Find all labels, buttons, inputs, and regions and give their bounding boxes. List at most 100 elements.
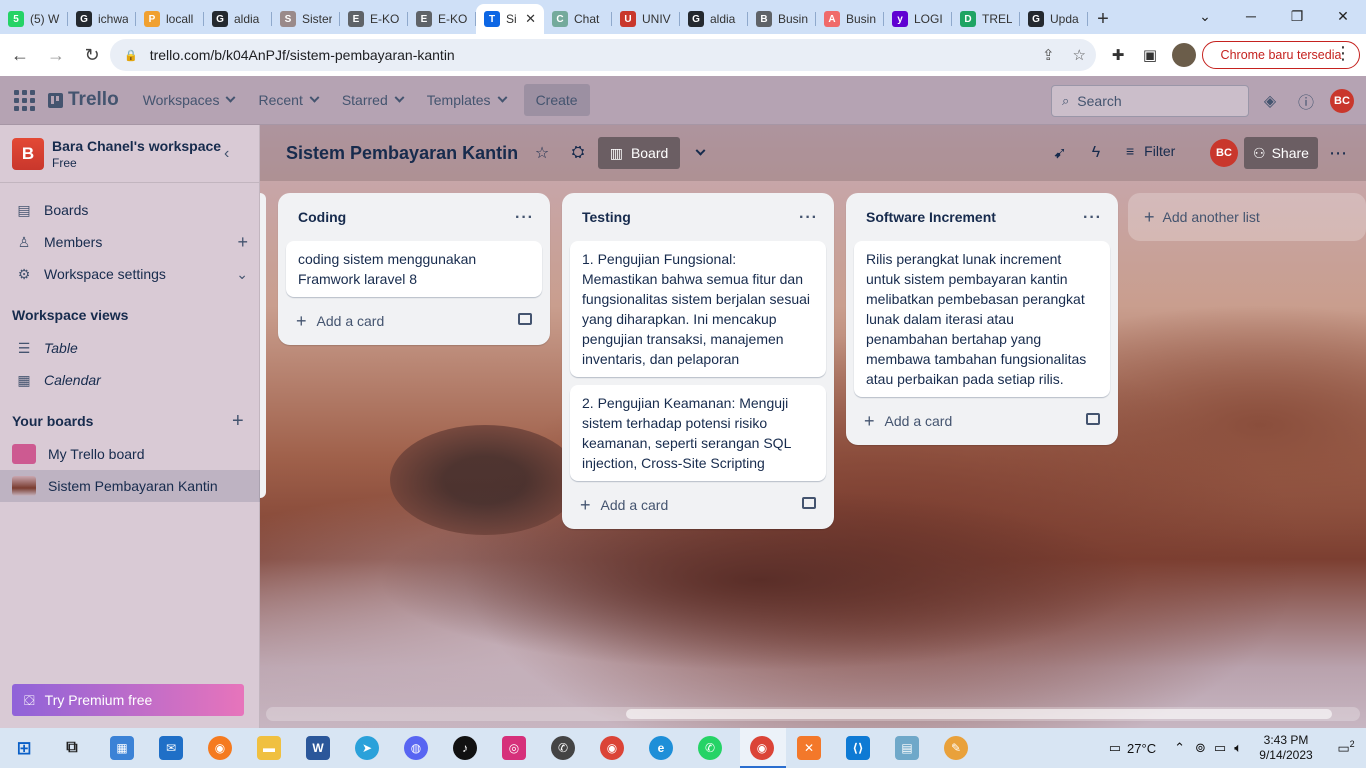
browser-tab[interactable]: G Upda <box>1020 4 1088 34</box>
card-template-icon[interactable] <box>802 497 816 509</box>
telegram-icon[interactable]: ➤ <box>355 736 379 760</box>
card-template-icon[interactable] <box>1086 413 1100 425</box>
browser-tab[interactable]: Gichwa <box>68 4 136 34</box>
close-window-button[interactable]: ✕ <box>1320 0 1366 32</box>
list-header[interactable]: Coding ··· <box>278 193 550 241</box>
windows-start-icon[interactable]: ⊞ <box>12 736 36 760</box>
collapse-sidebar-icon[interactable]: ‹ <box>224 145 229 163</box>
views-dropdown-chevron-icon[interactable] <box>690 143 710 163</box>
sidebar-board-my-trello[interactable]: My Trello board <box>0 438 260 470</box>
task-view-icon[interactable]: ⧉ <box>60 736 84 760</box>
card[interactable]: 1. Pengujian Fungsional: Memastikan bahw… <box>570 241 826 377</box>
browser-tab[interactable]: A Busin <box>816 4 884 34</box>
help-icon[interactable]: ⓘ <box>1294 89 1318 113</box>
whatsapp-icon[interactable]: ✆ <box>698 736 722 760</box>
list-menu-icon[interactable]: ··· <box>515 209 534 227</box>
mail-icon[interactable]: ✉ <box>159 736 183 760</box>
whats-new-icon[interactable]: ◈ <box>1258 89 1282 113</box>
vscode-icon[interactable]: ⟨⟩ <box>846 736 870 760</box>
extensions-icon[interactable]: ✚ <box>1105 41 1131 69</box>
list-menu-icon[interactable]: ··· <box>799 209 818 227</box>
filter-button[interactable]: ≡ Filter <box>1126 143 1175 159</box>
edge-icon[interactable]: e <box>649 736 673 760</box>
notepad-icon[interactable]: ▤ <box>895 736 919 760</box>
card-template-icon[interactable] <box>518 313 532 325</box>
chrome-icon[interactable]: ◉ <box>600 736 624 760</box>
scrollbar-thumb[interactable] <box>626 709 1332 719</box>
browser-tab[interactable]: S Sister <box>272 4 340 34</box>
new-tab-button[interactable]: + <box>1088 4 1118 34</box>
board-view-button[interactable]: ▥ Board <box>598 137 680 169</box>
menu-templates[interactable]: Templates <box>415 84 518 116</box>
browser-tab[interactable]: Galdia <box>680 4 748 34</box>
instagram-icon[interactable]: ◎ <box>502 736 526 760</box>
card[interactable]: 2. Pengujian Keamanan: Menguji sistem te… <box>570 385 826 481</box>
sidebar-item-calendar[interactable]: ▦ Calendar <box>0 364 260 396</box>
sidebar-item-settings[interactable]: ⚙ Workspace settings ⌄ <box>0 258 260 290</box>
member-avatar[interactable]: BC <box>1330 89 1354 113</box>
browser-tab[interactable]: C Chat <box>544 4 612 34</box>
browser-tab[interactable]: y LOGI <box>884 4 952 34</box>
close-tab-icon[interactable]: ✕ <box>525 11 536 27</box>
list-title[interactable]: Software Increment <box>866 209 996 225</box>
back-button[interactable]: ← <box>4 39 36 71</box>
sidebar-item-boards[interactable]: ▤ Boards <box>0 194 260 226</box>
share-button[interactable]: ⚇ Share <box>1244 137 1318 169</box>
weather-temp[interactable]: 27°C <box>1127 741 1156 756</box>
list-title[interactable]: Testing <box>582 209 631 225</box>
whatsapp-desktop-icon[interactable]: ✆ <box>551 736 575 760</box>
add-card-button[interactable]: + Add a card <box>286 305 542 337</box>
xampp-icon[interactable]: ✕ <box>797 736 821 760</box>
minimize-button[interactable]: ─ <box>1228 0 1274 32</box>
add-member-plus-icon[interactable]: + <box>237 232 248 253</box>
create-board-plus-icon[interactable]: + <box>232 410 244 433</box>
workspace-name[interactable]: Bara Chanel's workspace <box>52 138 221 154</box>
weather-icon[interactable]: ▭ <box>1109 740 1121 756</box>
file-explorer-icon[interactable]: ▬ <box>257 736 281 760</box>
browser-tab[interactable]: 5 (5) W <box>0 4 68 34</box>
network-icon[interactable]: ⊚ <box>1195 740 1206 756</box>
list-header[interactable]: Testing ··· <box>562 193 834 241</box>
clock[interactable]: 3:43 PM 9/14/2023 <box>1246 733 1326 763</box>
card[interactable]: coding sistem menggunakan Framwork larav… <box>286 241 542 297</box>
list-menu-icon[interactable]: ··· <box>1083 209 1102 227</box>
sidebar-board-sistem-pembayaran[interactable]: Sistem Pembayaran Kantin <box>0 470 260 502</box>
reload-button[interactable]: ↻ <box>76 39 108 71</box>
url-bar[interactable]: 🔒 trello.com/b/k04AnPJf/sistem-pembayara… <box>110 39 1096 71</box>
notification-center-icon[interactable]: ▭2 <box>1326 739 1366 756</box>
app-switcher-icon[interactable] <box>12 88 36 112</box>
list-title[interactable]: Coding <box>298 209 346 225</box>
chrome-menu-icon[interactable]: ⋮ <box>1330 39 1356 67</box>
forward-button[interactable]: → <box>40 39 72 71</box>
board-member-avatar[interactable]: BC <box>1210 139 1238 167</box>
maximize-button[interactable]: ❐ <box>1274 0 1320 32</box>
menu-recent[interactable]: Recent <box>246 84 329 116</box>
side-panel-icon[interactable]: ▣ <box>1137 41 1163 69</box>
share-page-icon[interactable]: ⇪ <box>1042 46 1055 64</box>
word-icon[interactable]: W <box>306 736 330 760</box>
sidebar-item-members[interactable]: ♙ Members + <box>0 226 260 258</box>
browser-tab[interactable]: U UNIV <box>612 4 680 34</box>
browser-tab[interactable]: D TREL <box>952 4 1020 34</box>
power-ups-icon[interactable]: ➹ <box>1050 143 1070 163</box>
menu-starred[interactable]: Starred <box>330 84 415 116</box>
board-horizontal-scrollbar[interactable] <box>266 707 1360 721</box>
discord-icon[interactable]: ◍ <box>404 736 428 760</box>
menu-workspaces[interactable]: Workspaces <box>131 84 247 116</box>
browser-tab[interactable]: T Si ✕ <box>476 4 544 34</box>
list-header[interactable]: Software Increment ··· <box>846 193 1118 241</box>
visibility-icon[interactable]: ⛭ <box>568 143 588 163</box>
board-title[interactable]: Sistem Pembayaran Kantin <box>286 143 518 164</box>
firefox-icon[interactable]: ◉ <box>208 736 232 760</box>
browser-tab[interactable]: E E-KO <box>408 4 476 34</box>
add-card-button[interactable]: + Add a card <box>854 405 1110 437</box>
add-list-button[interactable]: + Add another list <box>1128 193 1366 241</box>
tiktok-icon[interactable]: ♪ <box>453 736 477 760</box>
trello-logo[interactable]: Trello <box>48 89 119 111</box>
browser-tab[interactable]: Plocall <box>136 4 204 34</box>
site-info-icon[interactable]: 🔒 <box>124 49 138 62</box>
browser-tab[interactable]: B Busin <box>748 4 816 34</box>
try-premium-button[interactable]: ⛋ Try Premium free <box>12 684 244 716</box>
tab-search-icon[interactable]: ⌄ <box>1182 0 1228 32</box>
battery-icon[interactable]: ▭ <box>1214 740 1226 756</box>
